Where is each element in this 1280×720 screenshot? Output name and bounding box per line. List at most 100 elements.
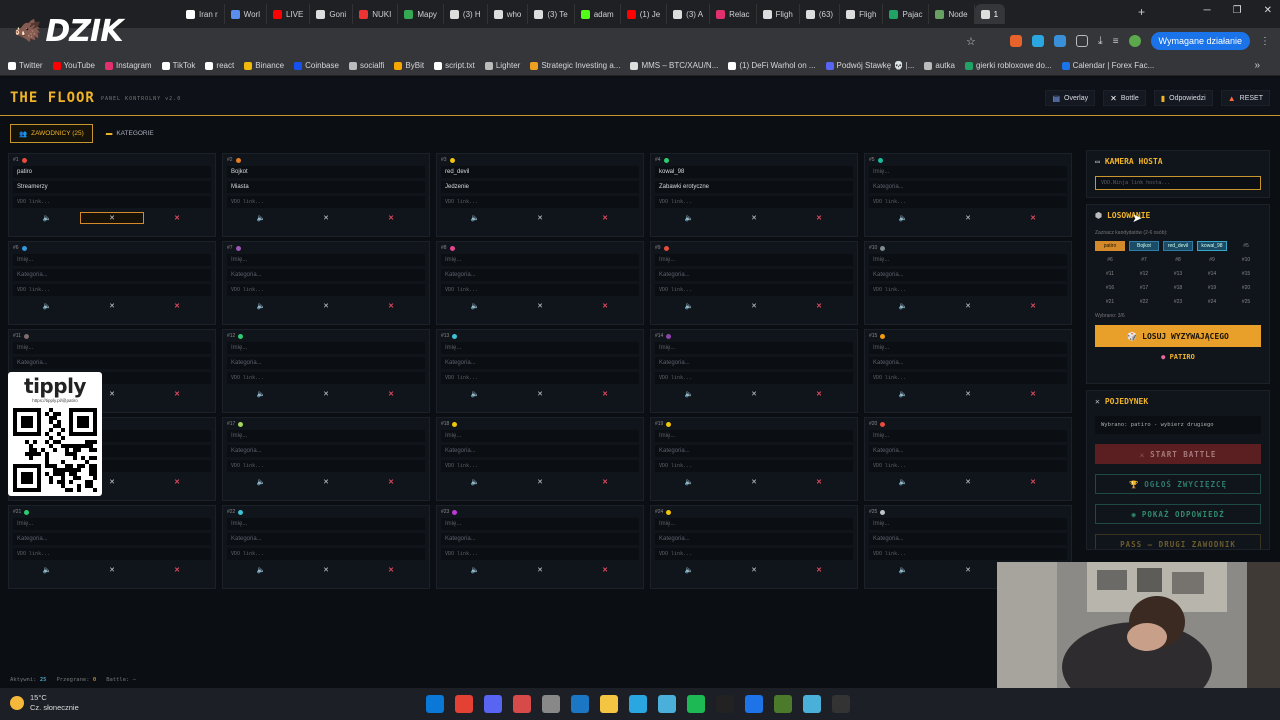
browser-tab[interactable]: (3) H [444, 4, 488, 24]
taskbar-app-icon[interactable] [542, 695, 560, 713]
remove-contestant-button[interactable]: ✕ [787, 564, 851, 576]
contestant-category-input[interactable]: Kategoria... [13, 533, 211, 545]
duel-select-button[interactable]: ✕ [508, 564, 572, 576]
menu-icon[interactable]: ⋮ [1260, 36, 1270, 47]
contestant-name-input[interactable]: Imię... [13, 342, 211, 354]
remove-contestant-button[interactable]: ✕ [1001, 300, 1065, 312]
extension-icon[interactable] [1031, 35, 1044, 47]
candidate-chip[interactable]: #13 [1163, 269, 1193, 279]
speaker-icon[interactable]: 🔈 [443, 300, 507, 312]
duel-select-button[interactable]: ✕ [294, 300, 358, 312]
remove-contestant-button[interactable]: ✕ [145, 476, 209, 488]
candidate-chip[interactable]: #17 [1129, 283, 1159, 293]
taskbar-app-icon[interactable] [687, 695, 705, 713]
contestant-category-input[interactable]: Kategoria... [227, 445, 425, 457]
vdo-link-input[interactable]: VDO link... [13, 548, 211, 560]
speaker-icon[interactable]: 🔈 [229, 212, 293, 224]
contestant-category-input[interactable]: Miasta [227, 181, 425, 193]
contestant-category-input[interactable]: Kategoria... [441, 445, 639, 457]
bookmark-item[interactable]: TikTok [161, 61, 195, 70]
browser-tab[interactable]: (3) A [667, 4, 711, 24]
duel-select-button[interactable]: ✕ [722, 564, 786, 576]
vdo-link-input[interactable]: VDO link... [13, 284, 211, 296]
speaker-icon[interactable]: 🔈 [443, 564, 507, 576]
candidate-chip[interactable]: #23 [1163, 297, 1193, 307]
contestant-category-input[interactable]: Kategoria... [655, 445, 853, 457]
media-icon[interactable]: ≡ [1113, 36, 1119, 47]
contestant-name-input[interactable]: Imię... [869, 166, 1067, 178]
contestant-name-input[interactable]: patiro [13, 166, 211, 178]
draw-challenger-button[interactable]: 🎲 LOSUJ WYZYWAJĄCEGO [1095, 325, 1261, 347]
candidate-chip[interactable]: #20 [1231, 283, 1261, 293]
vdo-link-input[interactable]: VDO link... [227, 548, 425, 560]
contestant-name-input[interactable]: Imię... [869, 342, 1067, 354]
contestant-name-input[interactable]: Imię... [441, 518, 639, 530]
vdo-link-input[interactable]: VDO link... [869, 284, 1067, 296]
duel-select-button[interactable]: ✕ [508, 212, 572, 224]
speaker-icon[interactable]: 🔈 [15, 212, 79, 224]
taskbar-app-icon[interactable] [600, 695, 618, 713]
candidate-chip[interactable]: #18 [1163, 283, 1193, 293]
taskbar-app-icon[interactable] [513, 695, 531, 713]
vdo-link-input[interactable]: VDO link... [869, 372, 1067, 384]
duel-select-button[interactable]: ✕ [508, 388, 572, 400]
vdo-link-input[interactable]: VDO link... [227, 372, 425, 384]
bookmark-item[interactable]: (1) DeFi Warhol on ... [728, 61, 816, 70]
duel-select-button[interactable]: ✕ [936, 564, 1000, 576]
close-window-icon[interactable]: ✕ [1264, 5, 1272, 16]
speaker-icon[interactable]: 🔈 [871, 212, 935, 224]
vdo-link-input[interactable]: VDO link... [441, 196, 639, 208]
vdo-link-input[interactable]: VDO link... [869, 460, 1067, 472]
bookmark-item[interactable]: MMS – BTC/XAU/N... [630, 61, 718, 70]
speaker-icon[interactable]: 🔈 [657, 300, 721, 312]
browser-tab[interactable]: Iran r [180, 4, 225, 24]
vdo-link-input[interactable]: VDO link... [655, 372, 853, 384]
contestant-category-input[interactable]: Zabawki erotyczne [655, 181, 853, 193]
overlay-button[interactable]: ▤ Overlay [1045, 90, 1096, 106]
vdo-link-input[interactable]: VDO link... [227, 460, 425, 472]
remove-contestant-button[interactable]: ✕ [359, 300, 423, 312]
duel-select-button[interactable]: ✕ [936, 476, 1000, 488]
bookmark-item[interactable]: socialfi [348, 61, 384, 70]
remove-contestant-button[interactable]: ✕ [573, 564, 637, 576]
weather-widget[interactable]: 15°C Cz. słonecznie [10, 693, 79, 713]
duel-select-button[interactable]: ✕ [936, 300, 1000, 312]
browser-tab[interactable]: 1 [974, 4, 1006, 24]
candidate-chip[interactable]: #10 [1231, 255, 1261, 265]
vdo-link-input[interactable]: VDO link... [441, 460, 639, 472]
puzzle-icon[interactable] [1075, 35, 1088, 47]
speaker-icon[interactable]: 🔈 [657, 476, 721, 488]
duel-select-button[interactable]: ✕ [508, 300, 572, 312]
contestant-category-input[interactable]: Kategoria... [655, 533, 853, 545]
vdo-link-input[interactable]: VDO link... [655, 284, 853, 296]
contestant-category-input[interactable]: Kategoria... [441, 357, 639, 369]
candidate-chip[interactable]: #22 [1129, 297, 1159, 307]
contestant-name-input[interactable]: Imię... [227, 518, 425, 530]
contestant-category-input[interactable]: Jedzenie [441, 181, 639, 193]
browser-tab[interactable]: adam [575, 4, 621, 24]
speaker-icon[interactable]: 🔈 [657, 564, 721, 576]
taskbar-app-icon[interactable] [455, 695, 473, 713]
bookmark-item[interactable]: Calendar | Forex Fac... [1061, 61, 1154, 70]
candidate-chip[interactable]: #12 [1129, 269, 1159, 279]
bottle-button[interactable]: ✕ Bottle [1103, 90, 1146, 106]
remove-contestant-button[interactable]: ✕ [145, 212, 209, 224]
candidate-chip[interactable]: #21 [1095, 297, 1125, 307]
minimize-icon[interactable]: ─ [1204, 5, 1211, 16]
contestant-name-input[interactable]: Imię... [655, 518, 853, 530]
candidate-chip[interactable]: #19 [1197, 283, 1227, 293]
remove-contestant-button[interactable]: ✕ [1001, 212, 1065, 224]
remove-contestant-button[interactable]: ✕ [359, 212, 423, 224]
speaker-icon[interactable]: 🔈 [443, 476, 507, 488]
vdo-link-input[interactable]: VDO link... [441, 548, 639, 560]
start-battle-button[interactable]: ⚔ START BATTLE [1095, 444, 1261, 464]
speaker-icon[interactable]: 🔈 [871, 300, 935, 312]
browser-tab[interactable]: (3) Te [528, 4, 575, 24]
contestant-category-input[interactable]: Kategoria... [869, 533, 1067, 545]
browser-tab[interactable]: Fligh [840, 4, 884, 24]
duel-select-button[interactable]: ✕ [722, 476, 786, 488]
announce-winner-button[interactable]: 🏆 OGŁOŚ ZWYCIĘZCĘ [1095, 474, 1261, 494]
reset-button[interactable]: ▲ RESET [1220, 90, 1270, 106]
remove-contestant-button[interactable]: ✕ [359, 476, 423, 488]
speaker-icon[interactable]: 🔈 [871, 388, 935, 400]
